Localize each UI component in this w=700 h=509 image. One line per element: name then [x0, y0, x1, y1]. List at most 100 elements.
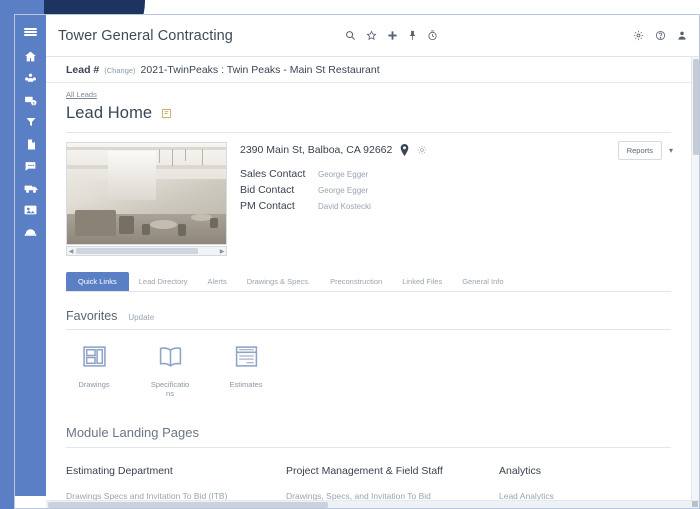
sidebar-item-financials[interactable]: $ [15, 89, 46, 111]
drawings-icon [82, 344, 107, 374]
favorites-title: Favorites [66, 309, 117, 323]
tab-quick-links[interactable]: Quick Links [66, 272, 129, 291]
sidebar-item-field[interactable] [15, 221, 46, 243]
sidebar-item-media[interactable] [15, 199, 46, 221]
address-row: 2390 Main St, Balboa, CA 92662 [240, 144, 427, 156]
main-content: Lead # (Change) 2021-TwinPeaks : Twin Pe… [46, 57, 691, 500]
sidebar-item-messages[interactable] [15, 155, 46, 177]
screenshot-root: $ Tower General Contracting [0, 0, 700, 509]
tab-lead-directory[interactable]: Lead Directory [129, 272, 198, 291]
tab-linked-files[interactable]: Linked Files [392, 272, 452, 291]
photo-scroll-thumb[interactable] [76, 248, 198, 254]
sidebar-item-documents[interactable] [15, 133, 46, 155]
favorites-divider [66, 329, 671, 330]
app-title: Tower General Contracting [58, 28, 233, 44]
favorite-drawings[interactable]: Drawings [68, 344, 120, 399]
lead-summary: ◀ ▶ 2390 Main St, Balboa, CA 92662 [66, 142, 691, 256]
favorite-label: Estimates [225, 380, 267, 389]
sidebar-item-equipment[interactable] [15, 177, 46, 199]
tab-drawings-specs[interactable]: Drawings & Specs. [237, 272, 320, 291]
search-icon[interactable] [345, 30, 356, 41]
reports-button[interactable]: Reports [618, 141, 662, 160]
favorites-update-link[interactable]: Update [128, 313, 154, 322]
link-drawings-specs-itb[interactable]: Drawings Specs and Invitation To Bid (IT… [66, 491, 286, 500]
breadcrumb-change-link[interactable]: (Change) [104, 66, 135, 75]
column-analytics: Analytics Lead Analytics [499, 465, 659, 500]
chevron-down-icon[interactable]: ▾ [669, 146, 673, 155]
page-title-row: Lead Home [66, 104, 691, 123]
help-icon[interactable] [655, 30, 666, 41]
column-estimating-department: Estimating Department Drawings Specs and… [66, 465, 286, 500]
contact-label: PM Contact [240, 200, 318, 212]
module-landing-divider [66, 447, 671, 448]
column-project-management: Project Management & Field Staff Drawing… [286, 465, 499, 500]
sidebar-item-contacts[interactable] [15, 67, 46, 89]
favorite-label: Specifications [149, 380, 191, 399]
breadcrumb-value: 2021-TwinPeaks : Twin Peaks - Main St Re… [141, 64, 380, 76]
scrollbar-corner [692, 501, 698, 507]
book-icon [158, 344, 183, 374]
scroll-right-icon[interactable]: ▶ [218, 248, 226, 255]
column-title: Project Management & Field Staff [286, 465, 499, 477]
topbar-center-icon-group [345, 30, 438, 41]
contact-value[interactable]: George Egger [318, 170, 368, 179]
breadcrumb: Lead # (Change) 2021-TwinPeaks : Twin Pe… [46, 57, 691, 83]
contact-label: Sales Contact [240, 168, 318, 180]
estimate-doc-icon [234, 344, 259, 374]
favorite-label: Drawings [73, 380, 115, 389]
lead-address: 2390 Main St, Balboa, CA 92662 [240, 144, 392, 156]
title-divider [66, 132, 671, 133]
tab-bar: Quick Links Lead Directory Alerts Drawin… [66, 272, 671, 292]
breadcrumb-label: Lead # [66, 64, 99, 76]
scroll-left-icon[interactable]: ◀ [67, 248, 75, 255]
page-title: Lead Home [66, 104, 152, 123]
photo-horizontal-scrollbar[interactable]: ◀ ▶ [66, 246, 227, 256]
gear-icon[interactable] [633, 30, 644, 41]
pin-icon[interactable] [408, 30, 417, 41]
tab-preconstruction[interactable]: Preconstruction [320, 272, 392, 291]
address-gear-icon[interactable] [417, 145, 427, 155]
tab-alerts[interactable]: Alerts [198, 272, 237, 291]
lead-photo-block: ◀ ▶ [66, 142, 227, 256]
horizontal-scrollbar-thumb[interactable] [48, 502, 328, 508]
contact-list: Sales Contact George Egger Bid Contact G… [240, 168, 427, 212]
lead-photo[interactable] [66, 142, 227, 245]
contact-row: Sales Contact George Egger [240, 168, 427, 180]
all-leads-link[interactable]: All Leads [66, 90, 97, 99]
column-title: Analytics [499, 465, 659, 477]
photo-scroll-track[interactable] [75, 247, 218, 255]
plus-icon[interactable] [387, 30, 398, 41]
top-bar: Tower General Contracting [46, 15, 699, 57]
tab-general-info[interactable]: General Info [452, 272, 513, 291]
topbar-right-icon-group [633, 30, 687, 41]
app-window: $ Tower General Contracting [14, 14, 700, 509]
sidebar-item-leads[interactable] [15, 111, 46, 133]
module-landing-title: Module Landing Pages [66, 425, 671, 440]
contact-value[interactable]: David Kostecki [318, 202, 371, 211]
user-icon[interactable] [677, 30, 687, 41]
sidebar: $ [15, 15, 46, 496]
horizontal-scrollbar[interactable] [46, 500, 699, 508]
reports-control-group: Reports ▾ [618, 141, 673, 160]
map-pin-icon[interactable] [400, 144, 409, 156]
module-landing-columns: Estimating Department Drawings Specs and… [66, 465, 691, 500]
favorite-specifications[interactable]: Specifications [144, 344, 196, 399]
contact-label: Bid Contact [240, 184, 318, 196]
link-lead-analytics[interactable]: Lead Analytics [499, 491, 659, 500]
link-drawings-specs-invitation-to-bid[interactable]: Drawings, Specs, and Invitation To Bid [286, 491, 499, 500]
timer-icon[interactable] [427, 30, 438, 41]
favorites-header: Favorites Update [66, 309, 671, 323]
hamburger-icon[interactable] [15, 19, 46, 45]
lead-info: 2390 Main St, Balboa, CA 92662 Sales Con… [240, 142, 427, 256]
contact-row: Bid Contact George Egger [240, 184, 427, 196]
column-title: Estimating Department [66, 465, 286, 477]
favorites-list: Drawings Specifications Estimates [68, 344, 691, 399]
sidebar-item-home[interactable] [15, 45, 46, 67]
contact-value[interactable]: George Egger [318, 186, 368, 195]
note-icon[interactable] [161, 108, 172, 119]
vertical-scrollbar-thumb[interactable] [693, 59, 699, 155]
star-icon[interactable] [366, 30, 377, 41]
vertical-scrollbar[interactable] [691, 57, 699, 500]
contact-row: PM Contact David Kostecki [240, 200, 427, 212]
favorite-estimates[interactable]: Estimates [220, 344, 272, 399]
